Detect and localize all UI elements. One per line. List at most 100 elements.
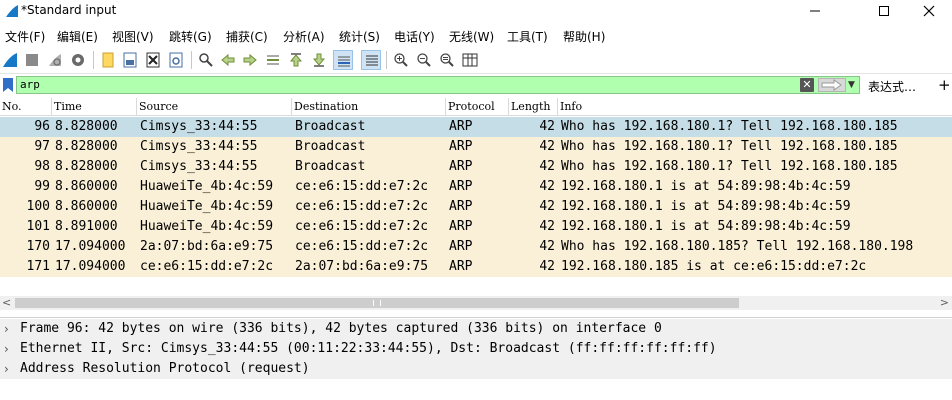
reload-file-button[interactable] [166, 50, 186, 70]
packet-source: HuaweiTe_4b:4c:59 [140, 199, 274, 214]
menu-analyze[interactable]: 分析(A) [283, 28, 325, 45]
packet-protocol: ARP [449, 259, 473, 274]
save-file-icon [123, 52, 137, 68]
go-back-button[interactable] [218, 50, 238, 70]
go-first-button[interactable] [286, 50, 306, 70]
go-first-icon [289, 53, 303, 67]
menu-statistics[interactable]: 统计(S) [339, 28, 380, 45]
capture-options-icon [72, 54, 84, 66]
packet-row[interactable]: 101 8.891000 HuaweiTe_4b:4c:59 ce:e6:15:… [0, 217, 952, 237]
detail-text: Address Resolution Protocol (request) [20, 361, 310, 376]
column-header-source[interactable]: Source [137, 98, 292, 116]
packet-destination: 2a:07:bd:6a:e9:75 [295, 259, 429, 274]
packet-row[interactable]: 171 17.094000 ce:e6:15:dd:e7:2c 2a:07:bd… [0, 257, 952, 277]
scroll-left-icon[interactable]: < [2, 296, 11, 309]
close-file-button[interactable] [143, 50, 163, 70]
column-header-no[interactable]: No. [0, 98, 52, 116]
packet-time: 8.828000 [55, 119, 118, 134]
packet-row[interactable]: 170 17.094000 2a:07:bd:6a:e9:75 ce:e6:15… [0, 237, 952, 257]
menu-wireless[interactable]: 无线(W) [449, 28, 494, 45]
detail-tree-item[interactable]: › Frame 96: 42 bytes on wire (336 bits),… [0, 319, 952, 339]
packet-protocol: ARP [449, 139, 473, 154]
minimize-button[interactable] [792, 0, 838, 22]
menu-edit[interactable]: 编辑(E) [57, 28, 98, 45]
stop-capture-button[interactable] [22, 50, 42, 70]
go-forward-button[interactable] [240, 50, 260, 70]
menu-go[interactable]: 跳转(G) [169, 28, 212, 45]
zoom-normal-icon [440, 53, 454, 67]
packet-no: 98 [34, 159, 50, 174]
pane-splitter[interactable] [0, 310, 952, 318]
window-title: *Standard input [21, 3, 117, 17]
filter-history-dropdown[interactable]: ▼ [848, 78, 858, 92]
packet-length: 42 [539, 239, 555, 254]
menu-bar: 文件(F) 编辑(E) 视图(V) 跳转(G) 捕获(C) 分析(A) 统计(S… [0, 24, 952, 46]
menu-view[interactable]: 视图(V) [112, 28, 154, 45]
packet-length: 42 [539, 139, 555, 154]
packet-row[interactable]: 100 8.860000 HuaweiTe_4b:4c:59 ce:e6:15:… [0, 197, 952, 217]
packet-protocol: ARP [449, 199, 473, 214]
detail-tree-item[interactable]: › Address Resolution Protocol (request) [0, 359, 952, 379]
packet-source: HuaweiTe_4b:4c:59 [140, 179, 274, 194]
clear-filter-button[interactable]: ✕ [800, 78, 814, 92]
expression-button[interactable]: 表达式… [868, 78, 916, 95]
maximize-button[interactable] [861, 0, 907, 22]
packet-row[interactable]: 99 8.860000 HuaweiTe_4b:4c:59 ce:e6:15:d… [0, 177, 952, 197]
packet-row[interactable]: 97 8.828000 Cimsys_33:44:55 Broadcast AR… [0, 137, 952, 157]
menu-file[interactable]: 文件(F) [5, 28, 45, 45]
chevron-right-icon[interactable]: › [4, 359, 9, 379]
add-filter-button[interactable]: + [938, 76, 951, 94]
chevron-right-icon[interactable]: › [4, 319, 9, 339]
scroll-right-icon[interactable]: > [940, 296, 949, 309]
column-header-protocol[interactable]: Protocol [446, 98, 509, 116]
packet-source: Cimsys_33:44:55 [140, 159, 258, 174]
menu-tools[interactable]: 工具(T) [507, 28, 548, 45]
packet-row[interactable]: 96 8.828000 Cimsys_33:44:55 Broadcast AR… [0, 117, 952, 137]
packet-source: ce:e6:15:dd:e7:2c [140, 259, 274, 274]
menu-telephony[interactable]: 电话(Y) [394, 28, 435, 45]
restart-capture-icon [49, 54, 61, 66]
go-last-button[interactable] [309, 50, 329, 70]
packet-info: 192.168.180.185 is at ce:e6:15:dd:e7:2c [561, 259, 867, 274]
menu-help[interactable]: 帮助(H) [563, 28, 605, 45]
display-filter-input[interactable]: arp [16, 76, 860, 94]
packet-destination: Broadcast [295, 119, 366, 134]
zoom-out-icon [417, 53, 431, 67]
packet-list-horizontal-scrollbar[interactable]: < > [0, 296, 952, 310]
packet-destination: Broadcast [295, 159, 366, 174]
menu-capture[interactable]: 捕获(C) [226, 28, 268, 45]
find-packet-button[interactable] [196, 50, 216, 70]
packet-length: 42 [539, 179, 555, 194]
save-file-button[interactable] [120, 50, 140, 70]
go-to-packet-button[interactable] [263, 50, 283, 70]
column-header-time[interactable]: Time [52, 98, 137, 116]
bookmark-icon[interactable] [2, 77, 14, 93]
packet-time: 8.828000 [55, 159, 118, 174]
auto-scroll-button[interactable] [333, 50, 353, 70]
column-header-length[interactable]: Length [509, 98, 558, 116]
packet-destination: ce:e6:15:dd:e7:2c [295, 179, 429, 194]
apply-filter-button[interactable] [818, 78, 846, 92]
detail-tree-item[interactable]: › Ethernet II, Src: Cimsys_33:44:55 (00:… [0, 339, 952, 359]
detail-text: Frame 96: 42 bytes on wire (336 bits), 4… [20, 321, 662, 336]
zoom-in-button[interactable] [391, 50, 411, 70]
chevron-right-icon[interactable]: › [4, 339, 9, 359]
packet-row[interactable]: 98 8.828000 Cimsys_33:44:55 Broadcast AR… [0, 157, 952, 177]
close-window-button[interactable] [906, 0, 952, 22]
packet-time: 8.860000 [55, 199, 118, 214]
scrollbar-thumb[interactable] [15, 298, 739, 308]
packet-no: 171 [26, 259, 50, 274]
resize-columns-button[interactable] [460, 50, 480, 70]
capture-options-button[interactable] [68, 50, 88, 70]
packet-destination: ce:e6:15:dd:e7:2c [295, 199, 429, 214]
zoom-normal-button[interactable] [437, 50, 457, 70]
colorize-button[interactable] [361, 50, 381, 70]
packet-protocol: ARP [449, 239, 473, 254]
open-file-button[interactable] [98, 50, 118, 70]
zoom-out-button[interactable] [414, 50, 434, 70]
start-capture-button[interactable] [0, 50, 20, 70]
restart-capture-button[interactable] [45, 50, 65, 70]
column-header-info[interactable]: Info [558, 98, 952, 116]
column-header-destination[interactable]: Destination [292, 98, 446, 116]
toolbar-separator [191, 51, 192, 69]
